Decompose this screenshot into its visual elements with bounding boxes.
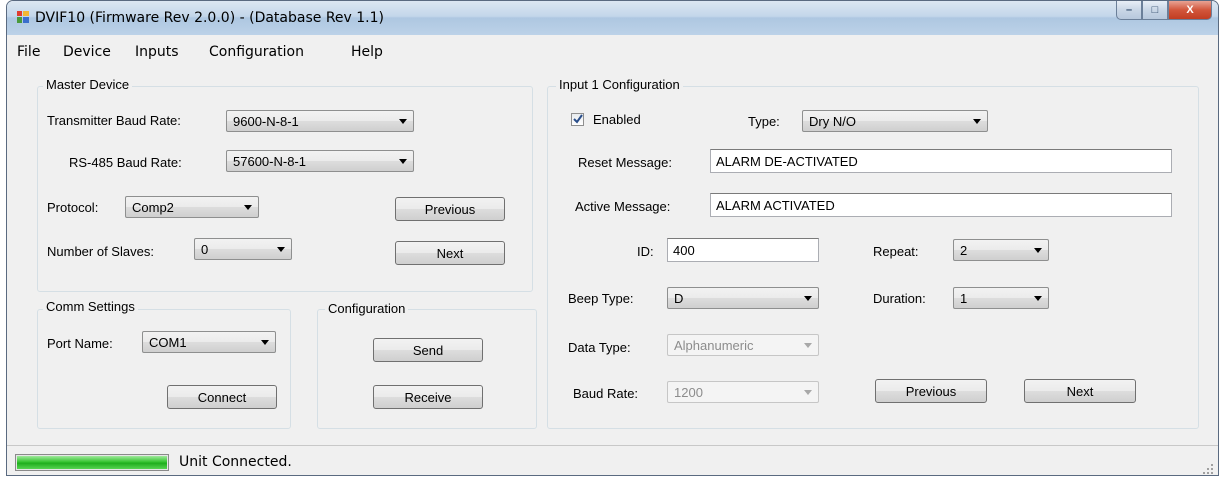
- chevron-down-icon: [804, 296, 812, 301]
- duration-label: Duration:: [873, 291, 926, 306]
- chevron-down-icon: [399, 159, 407, 164]
- comm-settings-title: Comm Settings: [43, 299, 138, 314]
- rs485-baud-value: 57600-N-8-1: [233, 154, 306, 169]
- connection-progress-bar: [15, 454, 169, 471]
- repeat-value: 2: [960, 243, 968, 258]
- app-icon: [17, 11, 29, 23]
- send-button[interactable]: Send: [373, 338, 483, 362]
- type-select[interactable]: Dry N/O: [802, 110, 988, 132]
- protocol-label: Protocol:: [47, 200, 99, 215]
- chevron-down-icon: [1034, 296, 1042, 301]
- duration-select[interactable]: 1: [953, 287, 1049, 309]
- master-device-title: Master Device: [43, 77, 133, 92]
- port-name-label: Port Name:: [47, 336, 113, 351]
- rs485-baud-select[interactable]: 57600-N-8-1: [226, 150, 414, 172]
- menu-bar: File Device Inputs Configuration Help: [7, 35, 1218, 69]
- configuration-group: [317, 309, 537, 429]
- menu-device[interactable]: Device: [63, 44, 111, 60]
- receive-button[interactable]: Receive: [373, 385, 483, 409]
- chevron-down-icon: [277, 247, 285, 252]
- protocol-select[interactable]: Comp2: [125, 196, 259, 218]
- maximize-icon: □: [1151, 4, 1159, 16]
- enabled-label: Enabled: [593, 112, 641, 127]
- chevron-down-icon: [244, 205, 252, 210]
- type-label: Type:: [748, 114, 780, 129]
- chevron-down-icon: [804, 343, 812, 348]
- menu-configuration[interactable]: Configuration: [209, 44, 304, 60]
- active-message-input[interactable]: ALARM ACTIVATED: [710, 193, 1172, 217]
- reset-message-label: Reset Message:: [578, 155, 672, 170]
- comm-settings-group: [37, 309, 291, 429]
- caption-buttons: – □ X: [1116, 1, 1212, 21]
- transmitter-baud-label: Transmitter Baud Rate:: [47, 113, 181, 128]
- check-icon: [573, 114, 583, 124]
- data-type-value: Alphanumeric: [674, 338, 754, 353]
- status-text: Unit Connected.: [179, 454, 292, 470]
- transmitter-baud-value: 9600-N-8-1: [233, 114, 299, 129]
- chevron-down-icon: [1034, 248, 1042, 253]
- close-icon: X: [1186, 4, 1194, 16]
- slaves-value: 0: [201, 242, 209, 257]
- type-value: Dry N/O: [809, 114, 856, 129]
- chevron-down-icon: [973, 119, 981, 124]
- title-bar[interactable]: DVIF10 (Firmware Rev 2.0.0) - (Database …: [7, 1, 1218, 35]
- enabled-checkbox[interactable]: [571, 113, 584, 126]
- menu-help[interactable]: Help: [351, 44, 383, 60]
- beep-type-select[interactable]: D: [667, 287, 819, 309]
- active-message-value: ALARM ACTIVATED: [716, 198, 835, 213]
- transmitter-baud-select[interactable]: 9600-N-8-1: [226, 110, 414, 132]
- beep-type-value: D: [674, 291, 684, 306]
- repeat-label: Repeat:: [873, 244, 919, 259]
- minimize-icon: –: [1125, 4, 1133, 16]
- app-window: DVIF10 (Firmware Rev 2.0.0) - (Database …: [6, 0, 1219, 476]
- slaves-select[interactable]: 0: [194, 238, 292, 260]
- master-previous-button[interactable]: Previous: [395, 197, 505, 221]
- beep-type-label: Beep Type:: [568, 291, 634, 306]
- id-label: ID:: [637, 244, 654, 259]
- port-name-value: COM1: [149, 335, 187, 350]
- rs485-baud-label: RS-485 Baud Rate:: [69, 155, 182, 170]
- duration-value: 1: [960, 291, 968, 306]
- baud-rate-value: 1200: [674, 385, 703, 400]
- id-value: 400: [673, 243, 695, 258]
- connect-button[interactable]: Connect: [167, 385, 277, 409]
- resize-grip-icon[interactable]: [1202, 463, 1214, 475]
- id-input[interactable]: 400: [667, 238, 819, 262]
- port-name-select[interactable]: COM1: [142, 331, 276, 353]
- repeat-select[interactable]: 2: [953, 239, 1049, 261]
- menu-inputs[interactable]: Inputs: [135, 44, 179, 60]
- configuration-title: Configuration: [325, 301, 409, 316]
- minimize-button[interactable]: –: [1116, 1, 1142, 20]
- baud-rate-label: Baud Rate:: [573, 386, 639, 401]
- chevron-down-icon: [804, 390, 812, 395]
- close-button[interactable]: X: [1168, 1, 1212, 20]
- slaves-label: Number of Slaves:: [47, 244, 154, 259]
- progress-fill: [17, 456, 167, 469]
- input-previous-button[interactable]: Previous: [875, 379, 987, 403]
- baud-rate-select[interactable]: 1200: [667, 381, 819, 403]
- maximize-button[interactable]: □: [1142, 1, 1168, 20]
- protocol-value: Comp2: [132, 200, 174, 215]
- window-title: DVIF10 (Firmware Rev 2.0.0) - (Database …: [35, 10, 385, 26]
- data-type-label: Data Type:: [568, 340, 631, 355]
- status-bar: Unit Connected.: [7, 445, 1218, 475]
- chevron-down-icon: [399, 119, 407, 124]
- data-type-select[interactable]: Alphanumeric: [667, 334, 819, 356]
- chevron-down-icon: [261, 340, 269, 345]
- master-next-button[interactable]: Next: [395, 241, 505, 265]
- menu-file[interactable]: File: [17, 44, 40, 60]
- reset-message-value: ALARM DE-ACTIVATED: [716, 154, 858, 169]
- input-next-button[interactable]: Next: [1024, 379, 1136, 403]
- active-message-label: Active Message:: [575, 199, 671, 214]
- input-config-title: Input 1 Configuration: [556, 77, 683, 92]
- reset-message-input[interactable]: ALARM DE-ACTIVATED: [710, 149, 1172, 173]
